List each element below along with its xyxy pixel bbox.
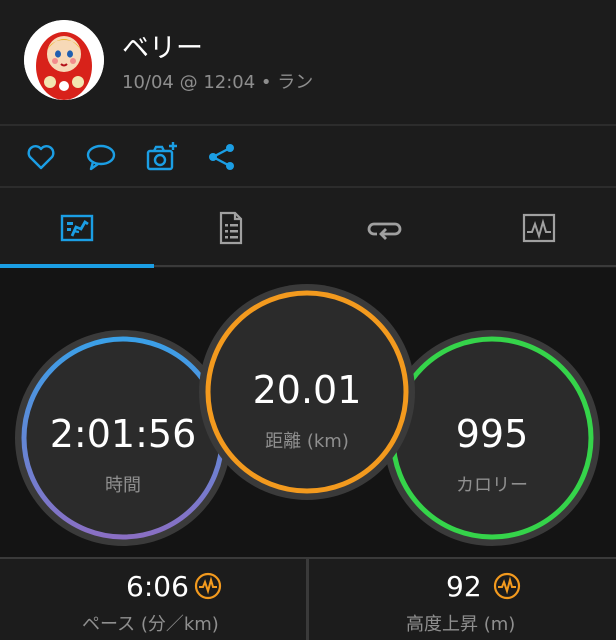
matryoshka-avatar-image bbox=[24, 20, 104, 100]
user-avatar[interactable] bbox=[24, 20, 104, 100]
activity-header: ベリー 10/04 @ 12:04 • ラン bbox=[0, 0, 616, 124]
elevation-value: 92 bbox=[446, 570, 482, 603]
comment-icon bbox=[86, 144, 116, 171]
chart-pulse-icon bbox=[522, 213, 556, 243]
pace-label: ペース (分／km) bbox=[82, 614, 219, 635]
tab-summary[interactable] bbox=[0, 188, 154, 268]
activity-stats: 2:01:56 時間 995 カロリー 20.01 距離 (km) bbox=[0, 268, 616, 558]
tab-charts[interactable] bbox=[462, 188, 616, 268]
comment-button[interactable] bbox=[84, 140, 118, 174]
add-photo-button[interactable] bbox=[145, 140, 179, 174]
tab-bar-rule bbox=[154, 265, 616, 267]
elevation-metric[interactable]: 92 高度上昇 (m) bbox=[309, 558, 616, 640]
user-name[interactable]: ベリー bbox=[122, 26, 203, 65]
activity-tab-bar bbox=[0, 188, 616, 268]
metrics-divider bbox=[306, 558, 309, 640]
like-button[interactable] bbox=[24, 140, 58, 174]
distance-label: 距離 (km) bbox=[265, 431, 349, 452]
insight-wave-icon[interactable] bbox=[194, 572, 222, 600]
calories-label: カロリー bbox=[456, 475, 528, 496]
share-icon bbox=[209, 144, 234, 170]
laps-loop-icon bbox=[367, 222, 402, 240]
tab-details[interactable] bbox=[154, 188, 308, 268]
calories-stat-ring[interactable]: 995 カロリー bbox=[384, 330, 600, 546]
tab-laps[interactable] bbox=[308, 188, 462, 268]
social-action-bar bbox=[0, 126, 616, 186]
camera-plus-icon bbox=[146, 142, 177, 171]
details-document-icon bbox=[219, 211, 243, 245]
insight-wave-icon[interactable] bbox=[493, 572, 521, 600]
activity-date-type: 10/04 @ 12:04 • ラン bbox=[122, 72, 314, 93]
pace-value: 6:06 bbox=[126, 570, 189, 603]
distance-value: 20.01 bbox=[252, 368, 362, 412]
distance-stat-ring[interactable]: 20.01 距離 (km) bbox=[199, 284, 415, 500]
share-button[interactable] bbox=[205, 140, 239, 174]
elevation-label: 高度上昇 (m) bbox=[406, 614, 516, 635]
pace-metric[interactable]: 6:06 ペース (分／km) bbox=[0, 558, 306, 640]
heart-icon bbox=[27, 145, 55, 170]
run-summary-icon bbox=[60, 214, 94, 242]
calories-value: 995 bbox=[455, 412, 529, 456]
